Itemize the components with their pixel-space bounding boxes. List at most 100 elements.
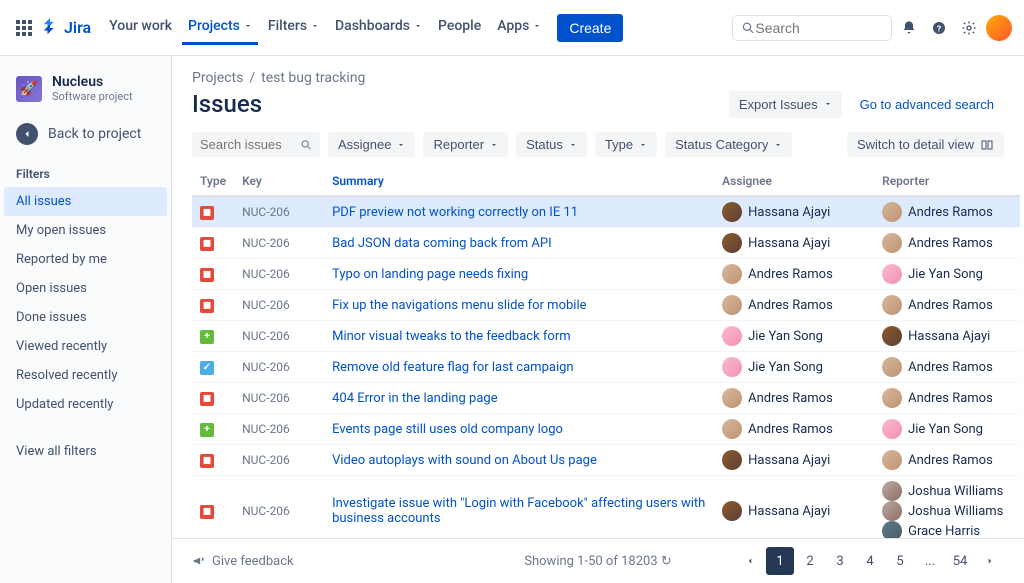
person[interactable]: Andres Ramos xyxy=(722,264,866,284)
create-button[interactable]: Create xyxy=(557,14,623,42)
issue-key[interactable]: NUC-206 xyxy=(234,228,324,259)
table-row[interactable]: ◼NUC-206Fix up the navigations menu slid… xyxy=(192,290,1020,321)
table-row[interactable]: ◼NUC-206Typo on landing page needs fixin… xyxy=(192,259,1020,290)
help-icon[interactable]: ? xyxy=(926,15,952,41)
page-5[interactable]: 5 xyxy=(886,547,914,575)
issue-key[interactable]: NUC-206 xyxy=(234,445,324,476)
view-all-filters[interactable]: View all filters xyxy=(0,437,171,466)
advanced-search-link[interactable]: Go to advanced search xyxy=(850,91,1004,118)
person[interactable]: Jie Yan Song xyxy=(722,326,866,346)
sidebar-item-done-issues[interactable]: Done issues xyxy=(0,303,171,332)
nav-projects[interactable]: Projects xyxy=(182,10,258,45)
person[interactable]: Andres Ramos xyxy=(882,450,1012,470)
page-3[interactable]: 3 xyxy=(826,547,854,575)
issue-summary[interactable]: 404 Error in the landing page xyxy=(324,383,714,414)
person[interactable]: Andres Ramos xyxy=(882,202,1012,222)
sidebar-item-reported-by-me[interactable]: Reported by me xyxy=(0,245,171,274)
project-header[interactable]: 🚀 Nucleus Software project xyxy=(0,68,171,115)
table-row[interactable]: ◼NUC-206Bad JSON data coming back from A… xyxy=(192,228,1020,259)
table-row[interactable]: ◼NUC-206404 Error in the landing pageAnd… xyxy=(192,383,1020,414)
col-assignee[interactable]: Assignee xyxy=(714,167,874,196)
person[interactable]: Andres Ramos xyxy=(722,388,866,408)
nav-dashboards[interactable]: Dashboards xyxy=(329,10,428,45)
issue-key[interactable]: NUC-206 xyxy=(234,259,324,290)
person[interactable]: Hassana Ajayi xyxy=(722,450,866,470)
issue-key[interactable]: NUC-206 xyxy=(234,414,324,445)
col-reporter[interactable]: Reporter xyxy=(874,167,1020,196)
export-button[interactable]: Export Issues xyxy=(729,91,842,118)
page-2[interactable]: 2 xyxy=(796,547,824,575)
col-key[interactable]: Key xyxy=(234,167,324,196)
notifications-icon[interactable] xyxy=(896,15,922,41)
person[interactable]: Joshua Williams xyxy=(882,481,1012,501)
issue-summary[interactable]: PDF preview not working correctly on IE … xyxy=(324,196,714,228)
col-summary[interactable]: Summary xyxy=(324,167,714,196)
search-input[interactable] xyxy=(755,20,883,36)
nav-people[interactable]: People xyxy=(432,10,487,45)
filter-status-category[interactable]: Status Category xyxy=(665,132,792,157)
sidebar-item-all-issues[interactable]: All issues xyxy=(4,187,167,216)
give-feedback[interactable]: Give feedback xyxy=(192,554,294,569)
issue-key[interactable]: NUC-206 xyxy=(234,383,324,414)
page-next[interactable] xyxy=(976,547,1004,575)
user-avatar[interactable] xyxy=(986,15,1012,41)
switch-view-button[interactable]: Switch to detail view xyxy=(847,132,1004,157)
filter-reporter[interactable]: Reporter xyxy=(423,132,508,157)
table-row[interactable]: +NUC-206Minor visual tweaks to the feedb… xyxy=(192,321,1020,352)
person[interactable]: Grace Harris xyxy=(882,521,1012,538)
issue-summary[interactable]: Events page still uses old company logo xyxy=(324,414,714,445)
issue-summary[interactable]: Video autoplays with sound on About Us p… xyxy=(324,445,714,476)
filter-assignee[interactable]: Assignee xyxy=(328,132,415,157)
logo[interactable]: Jira xyxy=(40,18,91,38)
person[interactable]: Andres Ramos xyxy=(722,295,866,315)
table-row[interactable]: ◼NUC-206Investigate issue with "Login wi… xyxy=(192,476,1020,539)
issue-summary[interactable]: Investigate issue with "Login with Faceb… xyxy=(324,476,714,539)
table-row[interactable]: +NUC-206Events page still uses old compa… xyxy=(192,414,1020,445)
issue-summary[interactable]: Remove old feature flag for last campaig… xyxy=(324,352,714,383)
page-prev[interactable] xyxy=(736,547,764,575)
issue-key[interactable]: NUC-206 xyxy=(234,476,324,539)
app-switcher-icon[interactable] xyxy=(12,16,36,40)
person[interactable]: Andres Ramos xyxy=(722,419,866,439)
back-to-project[interactable]: Back to project xyxy=(0,115,171,153)
nav-apps[interactable]: Apps xyxy=(491,10,547,45)
person[interactable]: Andres Ramos xyxy=(882,233,1012,253)
issue-summary[interactable]: Fix up the navigations menu slide for mo… xyxy=(324,290,714,321)
table-row[interactable]: ◼NUC-206Video autoplays with sound on Ab… xyxy=(192,445,1020,476)
filter-type[interactable]: Type xyxy=(595,132,657,157)
issue-key[interactable]: NUC-206 xyxy=(234,352,324,383)
search-issues-input[interactable] xyxy=(200,137,300,152)
page-4[interactable]: 4 xyxy=(856,547,884,575)
issue-summary[interactable]: Minor visual tweaks to the feedback form xyxy=(324,321,714,352)
person[interactable]: Hassana Ajayi xyxy=(722,501,866,521)
sidebar-item-updated-recently[interactable]: Updated recently xyxy=(0,390,171,419)
sidebar-item-resolved-recently[interactable]: Resolved recently xyxy=(0,361,171,390)
search-issues-box[interactable] xyxy=(192,132,320,157)
person[interactable]: Andres Ramos xyxy=(882,357,1012,377)
sidebar-item-viewed-recently[interactable]: Viewed recently xyxy=(0,332,171,361)
issue-key[interactable]: NUC-206 xyxy=(234,321,324,352)
person[interactable]: Joshua Williams xyxy=(882,501,1012,521)
nav-filters[interactable]: Filters xyxy=(262,10,325,45)
page-1[interactable]: 1 xyxy=(766,547,794,575)
filter-status[interactable]: Status xyxy=(516,132,587,157)
col-type[interactable]: Type xyxy=(192,167,234,196)
person[interactable]: Hassana Ajayi xyxy=(882,326,1012,346)
table-row[interactable]: ✓NUC-206Remove old feature flag for last… xyxy=(192,352,1020,383)
issue-key[interactable]: NUC-206 xyxy=(234,196,324,228)
issue-key[interactable]: NUC-206 xyxy=(234,290,324,321)
person[interactable]: Jie Yan Song xyxy=(722,357,866,377)
person[interactable]: Hassana Ajayi xyxy=(722,202,866,222)
person[interactable]: Hassana Ajayi xyxy=(722,233,866,253)
person[interactable]: Andres Ramos xyxy=(882,295,1012,315)
sidebar-item-open-issues[interactable]: Open issues xyxy=(0,274,171,303)
page-54[interactable]: 54 xyxy=(946,547,974,575)
breadcrumb-parent[interactable]: Projects xyxy=(192,70,243,86)
person[interactable]: Jie Yan Song xyxy=(882,419,1012,439)
search-box[interactable] xyxy=(732,15,892,41)
sidebar-item-my-open-issues[interactable]: My open issues xyxy=(0,216,171,245)
issue-summary[interactable]: Bad JSON data coming back from API xyxy=(324,228,714,259)
issue-summary[interactable]: Typo on landing page needs fixing xyxy=(324,259,714,290)
nav-your-work[interactable]: Your work xyxy=(103,10,178,45)
table-row[interactable]: ◼NUC-206PDF preview not working correctl… xyxy=(192,196,1020,228)
